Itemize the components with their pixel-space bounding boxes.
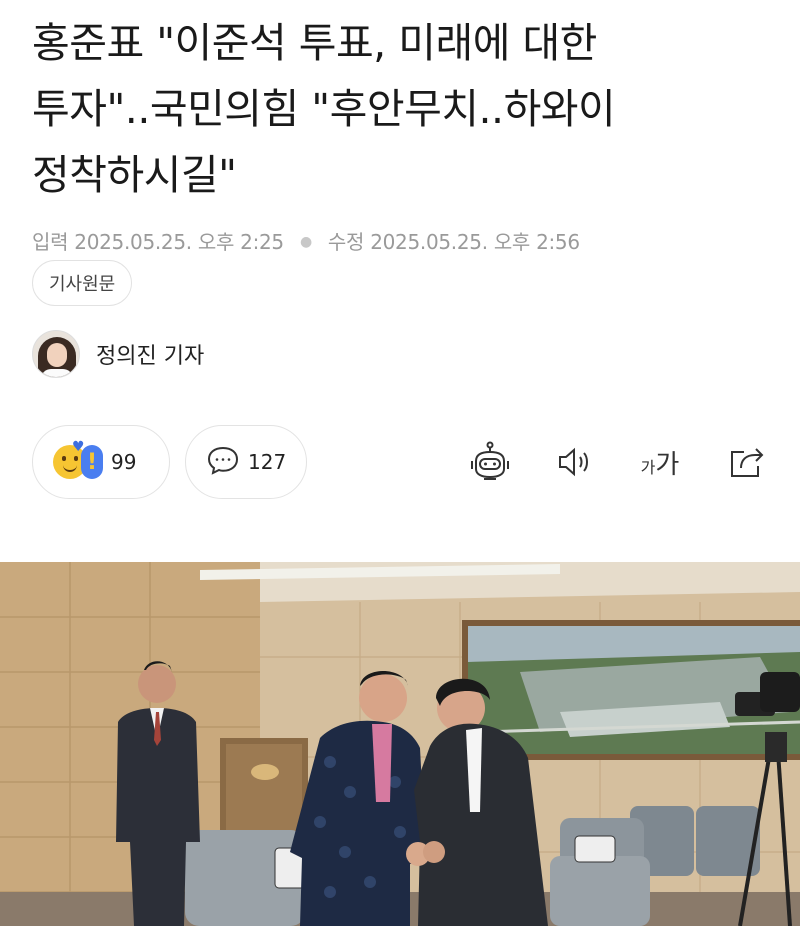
headline-line-2: 투자"..국민의힘 "후안무치..하와이 — [32, 85, 616, 133]
font-size-icon: 가가 — [640, 449, 680, 480]
article-headline: 홍준표 "이준석 투표, 미래에 대한 투자"..국민의힘 "후안무치..하와이… — [32, 10, 782, 208]
exclamation-reaction-icon: ! — [81, 445, 103, 479]
reaction-button[interactable]: ♥ ! 99 — [32, 425, 170, 499]
text-to-speech-icon — [559, 447, 588, 477]
reporter-avatar — [32, 330, 80, 378]
text-to-speech-button[interactable] — [551, 438, 599, 486]
share-button[interactable] — [722, 438, 770, 486]
meta-separator: ● — [299, 234, 312, 250]
original-article-button[interactable]: 기사원문 — [32, 260, 133, 306]
article-timestamps: 입력 2025.05.25. 오후 2:25 ● 수정 2025.05.25. … — [32, 226, 580, 255]
reaction-count: 99 — [111, 450, 137, 474]
share-icon — [731, 448, 764, 477]
edit-time: 2025.05.25. 오후 2:56 — [370, 230, 580, 254]
font-size-button[interactable]: 가가 — [634, 438, 686, 486]
comment-icon — [206, 443, 240, 481]
headline-line-3: 정착하시길" — [32, 151, 237, 199]
comment-button[interactable]: 127 — [185, 425, 307, 499]
ai-summary-button[interactable] — [466, 438, 514, 486]
comment-count: 127 — [248, 450, 287, 474]
input-label: 입력 — [32, 230, 69, 254]
ai-summary-robot-icon — [471, 441, 509, 480]
headline-line-1: 홍준표 "이준석 투표, 미래에 대한 — [32, 19, 597, 67]
input-time: 2025.05.25. 오후 2:25 — [74, 230, 284, 254]
reporter-name[interactable]: 정의진 기자 — [96, 338, 204, 370]
edit-label: 수정 — [327, 230, 365, 254]
reporter-info[interactable]: 정의진 기자 — [32, 330, 204, 378]
article-photo — [0, 562, 800, 926]
